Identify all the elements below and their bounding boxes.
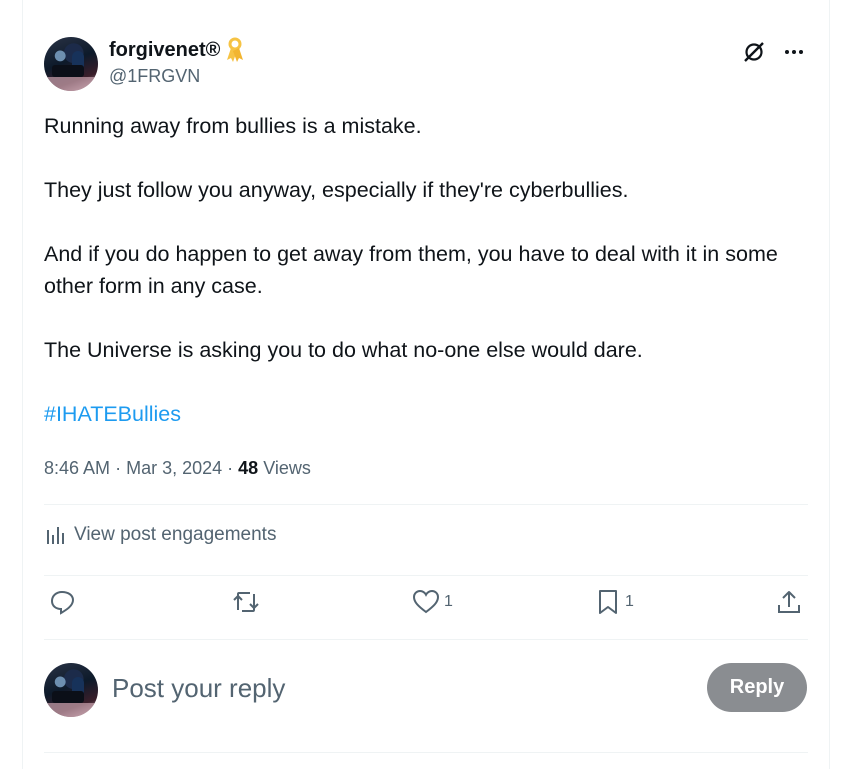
- reply-action[interactable]: [49, 588, 77, 616]
- views-label: Views: [263, 458, 311, 478]
- post-paragraph: And if you do happen to get away from th…: [44, 242, 778, 298]
- author-avatar[interactable]: [44, 37, 98, 91]
- share-action[interactable]: [775, 588, 803, 616]
- grok-button[interactable]: [740, 38, 768, 66]
- current-user-avatar[interactable]: [44, 663, 98, 717]
- views-count: 48: [238, 458, 259, 478]
- post-top-actions: [740, 38, 808, 66]
- post-paragraph: The Universe is asking you to do what no…: [44, 338, 643, 362]
- post-paragraph: They just follow you anyway, especially …: [44, 178, 629, 202]
- grok-icon: [744, 42, 764, 62]
- meta-separator: ·: [115, 458, 122, 478]
- ribbon-icon: [227, 37, 244, 62]
- reply-input[interactable]: Post your reply: [112, 670, 285, 706]
- post-text: Running away from bullies is a mistake. …: [44, 110, 814, 462]
- author-name-row: forgivenet®: [109, 37, 246, 63]
- analytics-icon: [47, 527, 64, 544]
- bookmark-count: 1: [625, 593, 634, 610]
- post-paragraph: Running away from bullies is a mistake.: [44, 114, 422, 138]
- divider: [44, 639, 808, 640]
- post-meta: 8:46 AM · Mar 3, 2024 · 48 Views: [44, 454, 311, 482]
- more-icon: [785, 50, 803, 54]
- reply-icon: [50, 590, 75, 615]
- like-count: 1: [444, 593, 453, 610]
- action-bar: 1 1: [44, 588, 808, 626]
- divider: [44, 504, 808, 505]
- meta-separator: ·: [227, 458, 234, 478]
- author-display-name[interactable]: forgivenet®: [109, 37, 220, 63]
- bookmark-icon: [599, 590, 617, 614]
- share-icon: [778, 591, 800, 613]
- repost-action[interactable]: [230, 588, 262, 616]
- divider: [44, 575, 808, 576]
- post-time[interactable]: 8:46 AM: [44, 458, 110, 478]
- view-engagements-link[interactable]: View post engagements: [44, 524, 276, 546]
- hashtag-link[interactable]: #IHATEBullies: [44, 402, 181, 426]
- repost-icon: [233, 592, 259, 612]
- more-button[interactable]: [780, 38, 808, 66]
- divider: [44, 752, 808, 753]
- reply-button[interactable]: Reply: [707, 663, 807, 712]
- view-engagements-label: View post engagements: [74, 524, 277, 545]
- like-icon: [412, 589, 440, 614]
- like-action[interactable]: 1: [412, 588, 453, 616]
- post-date[interactable]: Mar 3, 2024: [126, 458, 222, 478]
- bookmark-action[interactable]: 1: [595, 588, 634, 616]
- author-handle[interactable]: @1FRGVN: [109, 66, 200, 87]
